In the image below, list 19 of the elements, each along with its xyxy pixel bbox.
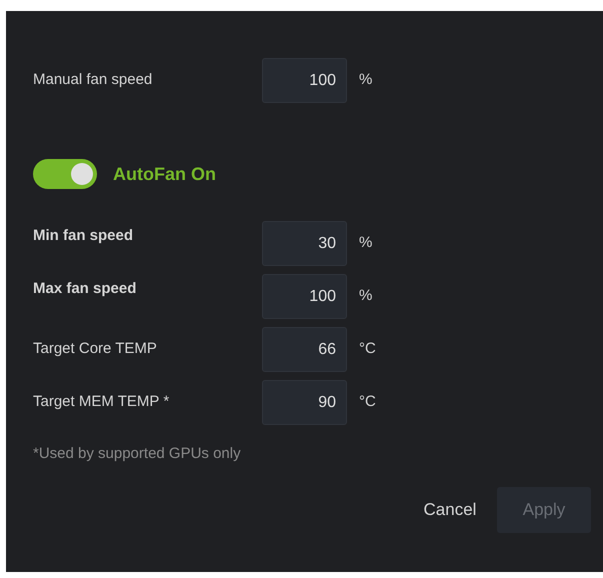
field-label: Target Core TEMP <box>33 339 158 360</box>
number-field[interactable]: 90 <box>262 380 347 425</box>
field-label: Max fan speed <box>33 279 138 299</box>
field-label: Manual fan speed <box>33 70 154 90</box>
unit-label: % <box>359 286 372 306</box>
cancel-button[interactable]: Cancel <box>413 486 487 532</box>
number-field[interactable]: 100 <box>262 274 347 319</box>
unit-label: °C <box>359 392 376 412</box>
unit-label: % <box>359 233 372 254</box>
toggle-switch[interactable] <box>33 159 97 189</box>
field-label: Target MEM TEMP * <box>33 392 170 412</box>
number-field[interactable]: 30 <box>262 221 347 266</box>
toggle-label: AutoFan On <box>113 162 216 186</box>
number-field[interactable]: 100 <box>262 58 347 103</box>
number-field[interactable]: 66 <box>262 327 347 372</box>
unit-label: % <box>359 70 372 90</box>
field-label: Min fan speed <box>33 226 134 246</box>
footnote-text: *Used by supported GPUs only <box>33 444 242 464</box>
unit-label: °C <box>359 339 376 360</box>
